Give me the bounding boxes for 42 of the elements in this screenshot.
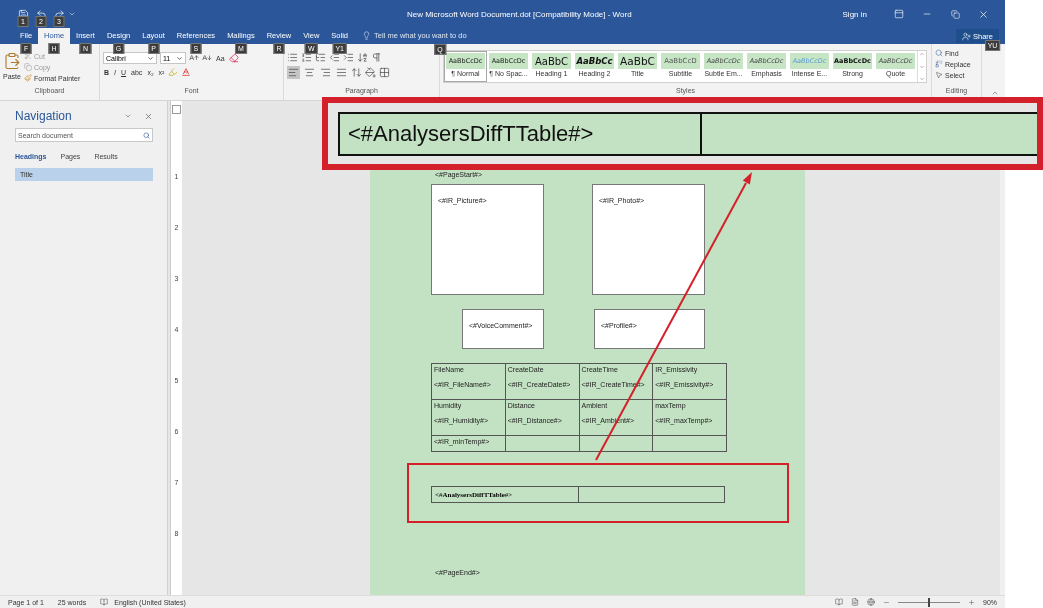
proofing-icon[interactable] [100,598,109,606]
replace-icon[interactable] [935,60,943,68]
pilcrow-icon[interactable] [371,52,382,63]
person-icon[interactable] [962,31,971,41]
pane-title: Navigation [15,109,72,123]
shrink-font-icon[interactable] [202,53,212,63]
sign-in-link[interactable]: Sign in [842,9,867,19]
ribbon-display-icon[interactable] [894,9,904,19]
restore-icon[interactable] [950,9,960,19]
eraser-icon[interactable] [228,53,239,63]
scissors-icon[interactable] [24,52,32,60]
collapse-ribbon-icon[interactable] [991,89,999,97]
pointer-icon[interactable] [935,71,943,79]
customize-icon[interactable] [68,10,76,18]
lightbulb-icon[interactable] [362,31,372,40]
multilevel-list-icon[interactable] [315,52,326,63]
align-button[interactable] [335,66,348,79]
line-spacing-icon[interactable] [351,67,362,78]
numbering-icon[interactable] [301,52,312,63]
grow-font-icon[interactable] [189,53,199,63]
table-cell: <#AnalysersDiffTTable#> [340,114,702,154]
paintbrush-icon[interactable] [24,74,32,82]
read-mode-icon[interactable] [835,598,843,606]
align-button[interactable] [319,66,332,79]
dropdown-icon[interactable] [147,54,154,62]
align-button[interactable] [303,66,316,79]
dropdown-icon[interactable] [176,54,183,62]
sort-icon[interactable] [357,52,368,63]
search-icon[interactable] [143,131,150,139]
window-title: New Microsoft Word Document.dot [Compatibility Mode] - Word [405,9,633,19]
font-color-icon[interactable] [181,67,192,77]
shading-icon[interactable] [365,67,376,78]
close-icon[interactable] [977,8,989,20]
zoom-in-icon[interactable] [968,598,975,606]
borders-icon[interactable] [379,67,390,78]
close-icon[interactable] [144,111,153,121]
search-icon[interactable] [935,49,943,57]
print-layout-icon[interactable] [851,598,859,606]
bullets-icon[interactable] [287,52,298,63]
web-layout-icon[interactable] [867,598,875,606]
decrease-indent-icon[interactable] [329,52,340,63]
increase-indent-icon[interactable] [343,52,354,63]
